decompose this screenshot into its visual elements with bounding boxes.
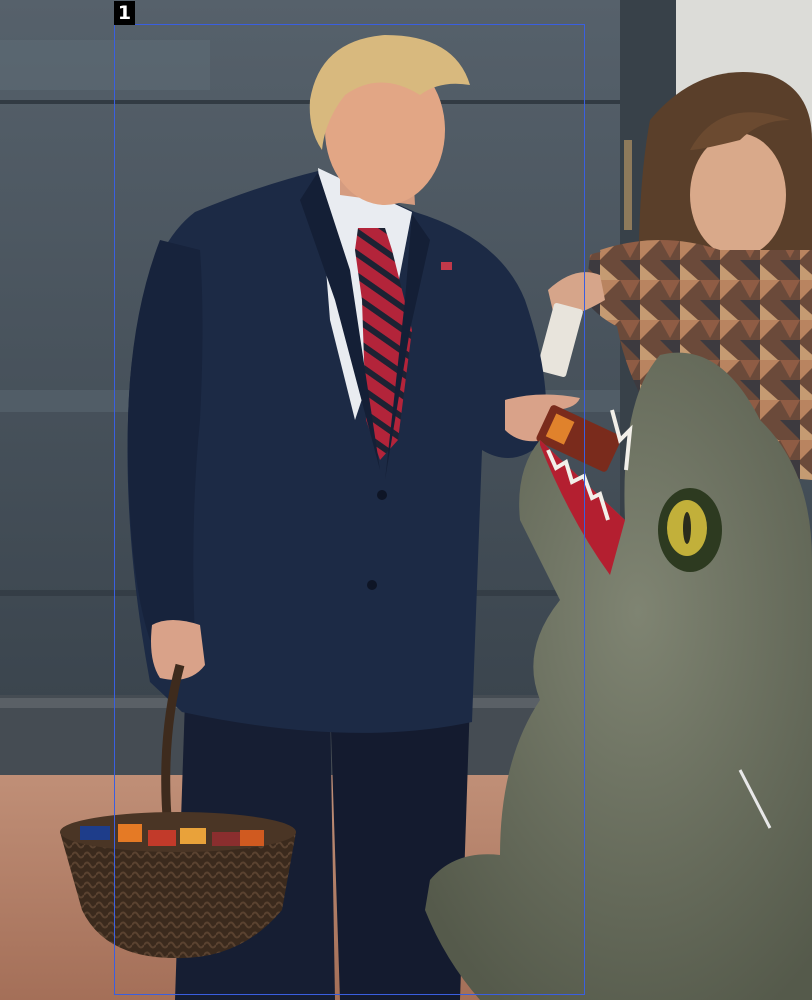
annotation-label: 1 xyxy=(114,1,135,25)
photo-scene xyxy=(0,0,812,1000)
